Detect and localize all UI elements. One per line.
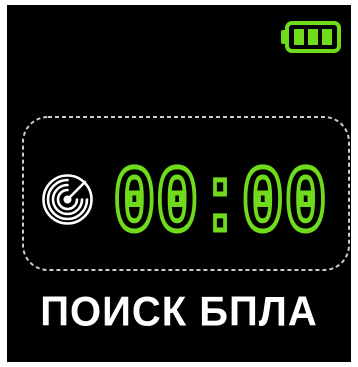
battery-full-icon (281, 21, 341, 53)
timer-value: 00:00 (113, 151, 327, 240)
radar-icon (42, 174, 93, 225)
timer-display: 00:00 (111, 150, 330, 240)
search-status-text: ПОИСК БПЛА (40, 288, 318, 336)
